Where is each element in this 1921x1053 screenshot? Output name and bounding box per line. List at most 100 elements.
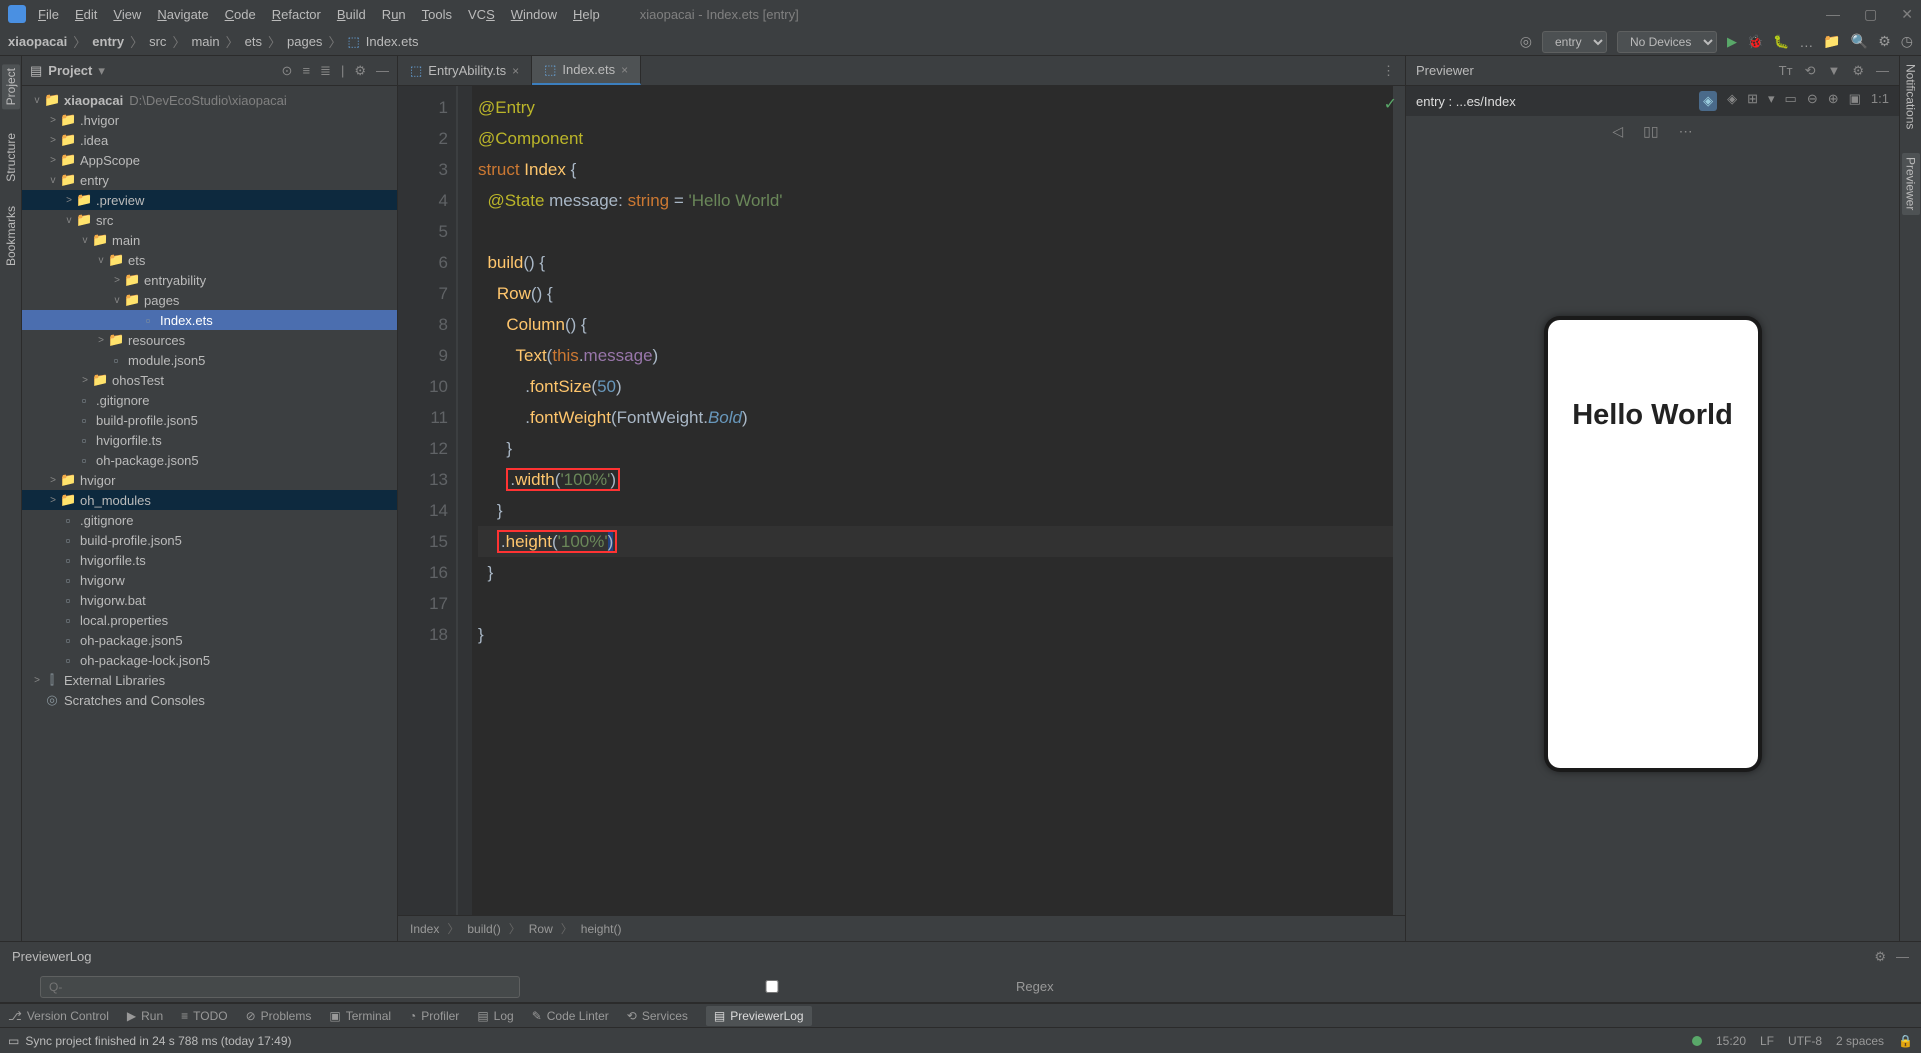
select-opened-icon[interactable]: ⊙ — [282, 63, 293, 79]
close-icon[interactable]: × — [512, 64, 519, 78]
crumb[interactable]: height() — [581, 922, 622, 936]
tree-item[interactable]: ▫.gitignore — [22, 390, 397, 410]
tab-index[interactable]: ⬚Index.ets× — [532, 56, 641, 85]
regex-checkbox[interactable]: Regex — [532, 979, 1054, 994]
auto-refresh-icon[interactable]: ◈ — [1699, 91, 1717, 111]
tree-item[interactable]: ▫hvigorfile.ts — [22, 550, 397, 570]
menu-window[interactable]: Window — [511, 7, 557, 22]
menu-refactor[interactable]: Refactor — [272, 7, 321, 22]
tree-item[interactable]: >📁.hvigor — [22, 110, 397, 130]
tree-item[interactable]: ▫hvigorfile.ts — [22, 430, 397, 450]
breadcrumb-item[interactable]: ets — [245, 34, 262, 49]
attach-icon[interactable]: 🐛 — [1773, 34, 1789, 50]
dropdown-icon[interactable]: ▾ — [1768, 91, 1775, 111]
project-dropdown-icon[interactable]: ▾ — [98, 63, 105, 79]
menu-view[interactable]: View — [113, 7, 141, 22]
code-content[interactable]: @Entry @Component struct Index { @State … — [472, 86, 1393, 915]
more-icon[interactable]: ⋯ — [1679, 123, 1693, 140]
back-icon[interactable]: ◁ — [1612, 123, 1623, 140]
tool-bookmarks[interactable]: Bookmarks — [4, 206, 18, 266]
settings-icon[interactable]: ⚙ — [1874, 949, 1886, 965]
settings-icon[interactable]: ⚙ — [354, 63, 366, 79]
breadcrumb-item[interactable]: src — [149, 34, 166, 49]
split-icon[interactable]: ▯▯ — [1643, 123, 1658, 140]
font-icon[interactable]: Tᴛ — [1779, 63, 1793, 79]
tree-item[interactable]: >📁AppScope — [22, 150, 397, 170]
layers-icon[interactable]: ◈ — [1727, 91, 1737, 111]
hide-icon[interactable]: — — [1876, 63, 1889, 79]
tree-item[interactable]: >📁entryability — [22, 270, 397, 290]
menu-build[interactable]: Build — [337, 7, 366, 22]
stop-icon[interactable]: … — [1799, 34, 1813, 50]
module-selector[interactable]: entry — [1542, 31, 1607, 53]
crumb[interactable]: Index — [410, 922, 439, 936]
tree-item[interactable]: ◎Scratches and Consoles — [22, 690, 397, 710]
zoom-in-icon[interactable]: ⊕ — [1828, 91, 1839, 111]
fit-icon[interactable]: ▣ — [1849, 91, 1861, 111]
breadcrumb-item[interactable]: pages — [287, 34, 322, 49]
tool-run[interactable]: ▶ Run — [127, 1009, 163, 1023]
tree-item[interactable]: ▫hvigorw — [22, 570, 397, 590]
menu-tools[interactable]: Tools — [422, 7, 452, 22]
tree-item[interactable]: ▫build-profile.json5 — [22, 530, 397, 550]
folder-icon[interactable]: 📁 — [1823, 33, 1840, 50]
tree-item[interactable]: v📁main — [22, 230, 397, 250]
tree-item[interactable]: >📁hvigor — [22, 470, 397, 490]
tree-item[interactable]: >📁oh_modules — [22, 490, 397, 510]
status-encoding[interactable]: UTF-8 — [1788, 1034, 1822, 1048]
debug-icon[interactable]: 🐞 — [1747, 34, 1763, 50]
tool-version-control[interactable]: ⎇ Version Control — [8, 1009, 109, 1023]
menu-navigate[interactable]: Navigate — [157, 7, 208, 22]
tool-log[interactable]: ▤ Log — [477, 1009, 513, 1023]
run-icon[interactable]: ▶ — [1727, 34, 1737, 50]
rotate-icon[interactable]: ▭ — [1785, 91, 1797, 111]
refresh-icon[interactable]: ⟲ — [1805, 63, 1816, 79]
search-icon[interactable]: 🔍 — [1851, 33, 1868, 50]
settings-icon[interactable]: ⚙ — [1852, 63, 1864, 79]
tree-item[interactable]: >⫿External Libraries — [22, 670, 397, 690]
breadcrumb-item[interactable]: Index.ets — [366, 34, 419, 49]
menu-code[interactable]: Code — [225, 7, 256, 22]
tree-item[interactable]: v📁ets — [22, 250, 397, 270]
tool-profiler[interactable]: ◔ Profiler — [409, 1009, 459, 1023]
tool-services[interactable]: ⟲ Services — [627, 1009, 688, 1023]
grid-icon[interactable]: ⊞ — [1747, 91, 1758, 111]
close-icon[interactable]: × — [621, 63, 628, 77]
status-le[interactable]: LF — [1760, 1034, 1774, 1048]
tool-project[interactable]: Project — [2, 64, 20, 109]
breadcrumb-item[interactable]: entry — [92, 34, 124, 49]
target-icon[interactable]: ◎ — [1520, 33, 1532, 50]
menu-vcs[interactable]: VCS — [468, 7, 495, 22]
actual-icon[interactable]: 1:1 — [1871, 91, 1889, 111]
tool-code-linter[interactable]: ✎ Code Linter — [532, 1009, 609, 1023]
tree-root[interactable]: v📁 xiaopacai D:\DevEcoStudio\xiaopacai — [22, 90, 397, 110]
tree-item[interactable]: ▫oh-package-lock.json5 — [22, 650, 397, 670]
hide-icon[interactable]: — — [1896, 949, 1909, 965]
tool-todo[interactable]: ≡ TODO — [181, 1009, 227, 1023]
zoom-out-icon[interactable]: ⊖ — [1807, 91, 1818, 111]
tree-item[interactable]: >📁.preview — [22, 190, 397, 210]
tab-entryability[interactable]: ⬚EntryAbility.ts× — [398, 56, 532, 85]
tree-item[interactable]: >📁.idea — [22, 130, 397, 150]
editor-scrollbar[interactable] — [1393, 86, 1405, 915]
tree-item[interactable]: ▫hvigorw.bat — [22, 590, 397, 610]
menu-file[interactable]: File — [38, 7, 59, 22]
hide-icon[interactable]: — — [376, 63, 389, 79]
breadcrumb-item[interactable]: xiaopacai — [8, 34, 67, 49]
tree-item[interactable]: v📁entry — [22, 170, 397, 190]
tool-problems[interactable]: ⊘ Problems — [246, 1009, 312, 1023]
tree-item[interactable]: ▫Index.ets — [22, 310, 397, 330]
log-search-input[interactable] — [40, 976, 520, 998]
collapse-all-icon[interactable]: ≣ — [320, 63, 331, 79]
menu-help[interactable]: Help — [573, 7, 600, 22]
code-area[interactable]: ✓ 123456789101112131415161718 @Entry @Co… — [398, 86, 1405, 915]
tree-item[interactable]: ▫build-profile.json5 — [22, 410, 397, 430]
tool-previewer[interactable]: Previewer — [1902, 153, 1920, 214]
crumb[interactable]: build() — [467, 922, 500, 936]
status-indent[interactable]: 2 spaces — [1836, 1034, 1884, 1048]
tree-item[interactable]: ▫module.json5 — [22, 350, 397, 370]
account-icon[interactable]: ◷ — [1901, 33, 1913, 50]
close-icon[interactable]: ✕ — [1901, 6, 1913, 23]
breadcrumb-item[interactable]: main — [191, 34, 219, 49]
tree-item[interactable]: v📁src — [22, 210, 397, 230]
